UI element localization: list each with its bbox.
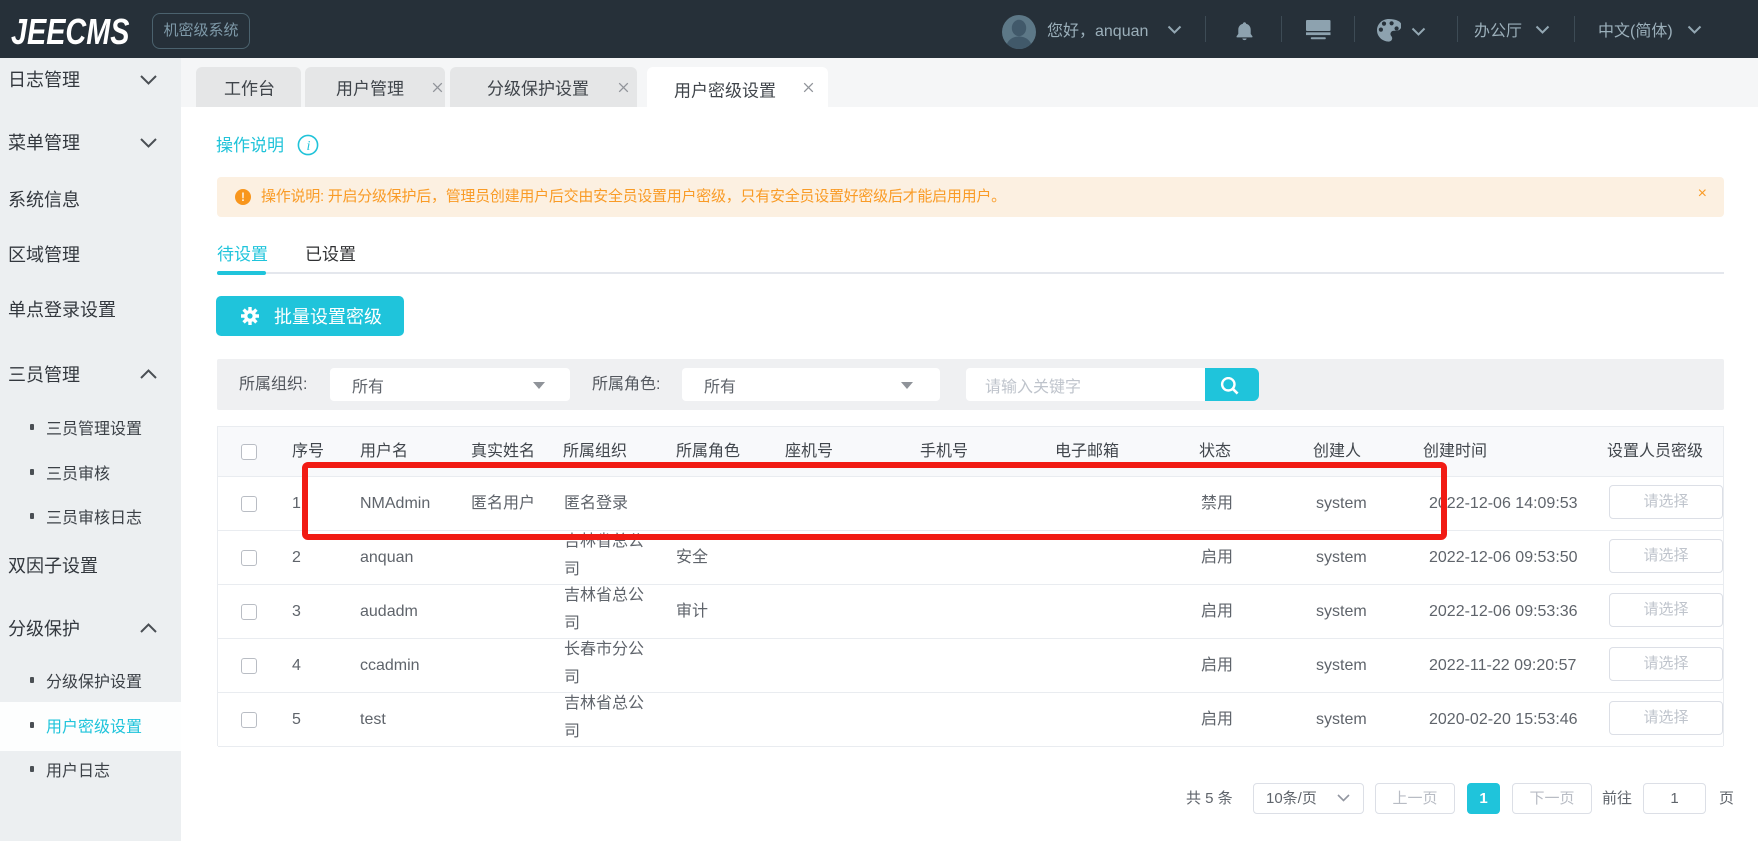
svg-text:i: i: [307, 139, 311, 154]
